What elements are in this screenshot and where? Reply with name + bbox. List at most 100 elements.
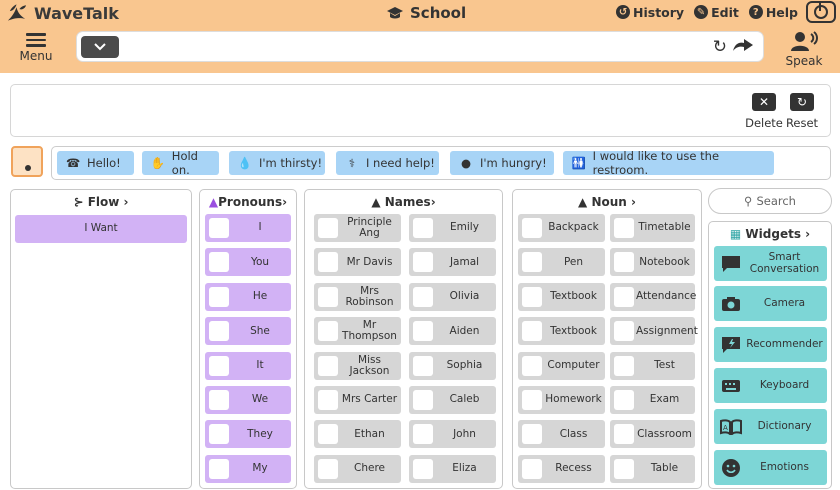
phrase-thirsty[interactable]: 💧 I'm thirsty! <box>229 151 325 175</box>
name-john[interactable]: John <box>409 420 496 449</box>
noun-textbook[interactable]: Textbook <box>518 282 605 311</box>
symbol-placeholder <box>614 321 634 342</box>
pronouns-header[interactable]: ▲Pronouns› <box>200 195 296 209</box>
symbol-placeholder <box>413 458 433 479</box>
widget-camera[interactable]: Camera <box>714 286 827 321</box>
name-mr-davis[interactable]: Mr Davis <box>314 248 401 277</box>
pronoun-they[interactable]: They <box>205 420 291 449</box>
symbol-placeholder <box>522 390 542 410</box>
name-chere[interactable]: Chere <box>314 454 401 483</box>
search-input[interactable]: ⚲ Search <box>708 188 832 214</box>
reset-button[interactable]: ↻ Reset <box>782 93 822 130</box>
phrase-hello[interactable]: ☎ Hello! <box>57 151 134 175</box>
name-jamal[interactable]: Jamal <box>409 248 496 277</box>
symbol-placeholder <box>614 355 634 376</box>
symbol-placeholder <box>413 286 433 307</box>
delete-button[interactable]: ✕ Delete <box>744 93 784 130</box>
punctuation-button[interactable] <box>11 146 43 177</box>
phrase-hold-on[interactable]: ✋ Hold on. <box>142 149 219 177</box>
noun-timetable[interactable]: Timetable <box>610 214 695 242</box>
flow-item-i-want[interactable]: I Want <box>15 215 187 243</box>
refresh-icon[interactable]: ↻ <box>713 37 727 57</box>
name-olivia[interactable]: Olivia <box>409 282 496 311</box>
history-link[interactable]: ↺ History <box>616 5 684 20</box>
name-caleb[interactable]: Caleb <box>409 386 496 414</box>
noun-assignment[interactable]: Assignment <box>610 317 698 346</box>
svg-text:A: A <box>723 424 728 432</box>
noun-table[interactable]: Table <box>610 454 695 483</box>
symbol-placeholder <box>318 252 338 273</box>
message-area[interactable]: ✕ Delete ↻ Reset <box>10 84 831 137</box>
speak-button[interactable]: Speak <box>784 31 824 68</box>
name-sophia[interactable]: Sophia <box>409 351 496 380</box>
name-eliza[interactable]: Eliza <box>409 454 496 483</box>
widgets-header[interactable]: ▦ Widgets › <box>709 227 831 241</box>
pronoun-she[interactable]: She <box>205 317 291 346</box>
name-aiden[interactable]: Aiden <box>409 317 496 346</box>
noun-test[interactable]: Test <box>610 351 695 380</box>
widget-smart-conversation[interactable]: Smart Conversation <box>714 246 827 281</box>
widget-emotions[interactable]: Emotions <box>714 450 827 485</box>
widget-recommender[interactable]: Recommender <box>714 327 827 362</box>
noun-backpack[interactable]: Backpack <box>518 214 605 242</box>
names-header[interactable]: ▲ Names› <box>305 195 502 209</box>
pronoun-my[interactable]: My <box>205 454 291 483</box>
name-mrs-carter[interactable]: Mrs Carter <box>314 386 401 414</box>
noun-class[interactable]: Class <box>518 420 605 449</box>
pronoun-i[interactable]: I <box>205 214 291 242</box>
symbol-placeholder <box>209 218 229 238</box>
noun-classroom[interactable]: Classroom <box>610 420 695 449</box>
top-links: ↺ History ✎ Edit ? Help <box>616 2 798 22</box>
symbol-placeholder <box>614 252 634 273</box>
noun-notebook[interactable]: Notebook <box>610 248 695 277</box>
phrase-hungry[interactable]: ● I'm hungry! <box>450 151 554 175</box>
name-ethan[interactable]: Ethan <box>314 420 401 449</box>
symbol-placeholder <box>318 321 338 342</box>
edit-link[interactable]: ✎ Edit <box>694 5 739 20</box>
flow-header[interactable]: ⊱ Flow › <box>11 195 191 209</box>
noun-pen[interactable]: Pen <box>518 248 605 277</box>
noun-computer[interactable]: Computer <box>518 351 605 380</box>
dropdown-button[interactable] <box>81 36 119 58</box>
pronoun-he[interactable]: He <box>205 282 291 311</box>
pronoun-it[interactable]: It <box>205 351 291 380</box>
power-button[interactable] <box>806 1 836 23</box>
quick-phrases-bar: ☎ Hello! ✋ Hold on. 💧 I'm thirsty! ⚕ I need … <box>51 146 831 180</box>
name-mrs-robinson[interactable]: Mrs Robinson <box>314 282 401 311</box>
pronoun-we[interactable]: We <box>205 386 291 414</box>
symbol-placeholder <box>413 424 433 445</box>
reset-icon: ↻ <box>790 93 814 111</box>
symbol-placeholder <box>522 458 542 479</box>
logo-icon <box>7 4 27 21</box>
brand: WaveTalk <box>6 2 119 24</box>
name-principle-ang[interactable]: Principle Ang <box>314 214 401 242</box>
noun-exam[interactable]: Exam <box>610 386 695 414</box>
keyboard-icon <box>720 376 742 396</box>
symbol-placeholder <box>413 252 433 273</box>
noun-header[interactable]: ▲ Noun › <box>513 195 701 209</box>
help-icon: ? <box>748 5 763 19</box>
noun-homework[interactable]: Homework <box>518 386 605 414</box>
widget-dictionary[interactable]: A Dictionary <box>714 409 827 444</box>
noun-attendance[interactable]: Attendance <box>610 282 696 311</box>
phrase-restroom[interactable]: 🚻 I would like to use the restroom. <box>563 149 774 177</box>
triangle-icon: ▲ <box>578 195 588 209</box>
name-mr-thompson[interactable]: Mr Thompson <box>314 317 401 346</box>
sentence-input[interactable]: ↻ <box>76 31 764 62</box>
backspace-icon: ✕ <box>752 93 776 111</box>
apple-icon: ● <box>460 156 472 170</box>
symbol-placeholder <box>614 424 634 445</box>
pronouns-column: ▲Pronouns› I You He She It We They My <box>199 189 297 489</box>
noun-recess[interactable]: Recess <box>518 454 605 483</box>
widget-keyboard[interactable]: Keyboard <box>714 368 827 403</box>
name-emily[interactable]: Emily <box>409 214 496 242</box>
phrase-need-help[interactable]: ⚕ I need help! <box>336 151 439 175</box>
pronoun-you[interactable]: You <box>205 248 291 277</box>
history-icon: ↺ <box>616 5 631 19</box>
noun-textbook[interactable]: Textbook <box>518 317 605 346</box>
menu-button[interactable]: Menu <box>18 33 54 63</box>
chevron-down-icon <box>94 43 106 51</box>
help-link[interactable]: ? Help <box>748 5 798 20</box>
name-miss-jackson[interactable]: Miss Jackson <box>314 351 401 380</box>
double-arrow-icon[interactable] <box>731 37 755 55</box>
